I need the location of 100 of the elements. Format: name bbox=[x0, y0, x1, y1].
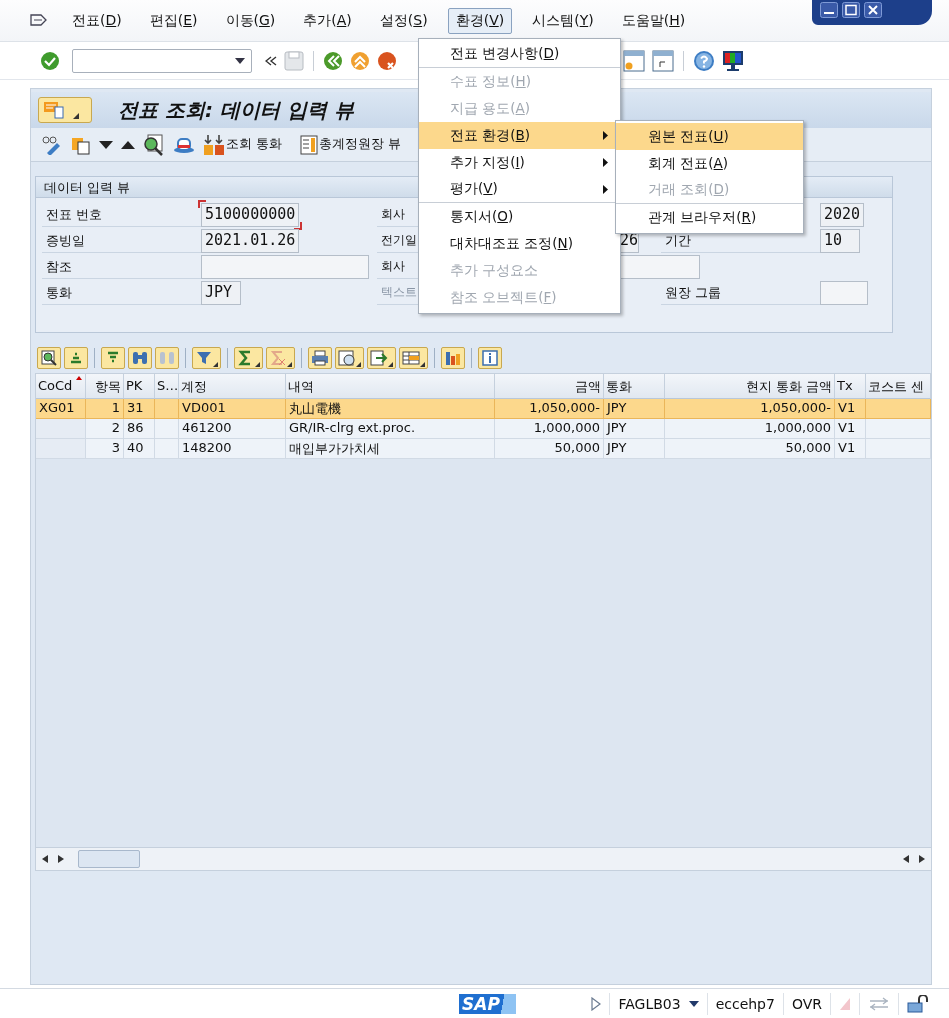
menu-item[interactable]: 전표 변경사항(D) bbox=[419, 41, 620, 68]
view-icon bbox=[338, 349, 356, 367]
magnifier-document-icon[interactable] bbox=[143, 133, 165, 156]
play-icon[interactable] bbox=[591, 996, 602, 1011]
dropdown-icon bbox=[73, 113, 79, 119]
subtotal-icon bbox=[269, 349, 287, 367]
table-cell: 50,000 bbox=[495, 439, 604, 459]
dropdown-icon bbox=[213, 362, 218, 367]
new-window-icon[interactable] bbox=[623, 49, 645, 72]
help-icon[interactable] bbox=[693, 49, 715, 72]
currency-button[interactable]: 조회 통화 bbox=[203, 133, 282, 156]
input-field[interactable]: 2021.01.26 bbox=[201, 229, 300, 253]
find-next-icon bbox=[158, 349, 176, 367]
dropdown-icon bbox=[388, 362, 393, 367]
screen-menu-icon bbox=[43, 101, 65, 119]
filter-icon bbox=[195, 349, 213, 367]
table-cell: JPY bbox=[604, 439, 665, 459]
table-cell: 40 bbox=[124, 439, 155, 459]
ledger-view-button[interactable]: 총계정원장 뷰 bbox=[300, 134, 401, 155]
table-row[interactable]: 2 86 461200 GR/IR-clrg ext.proc. 1,000,000 JPY 1,000,000 V1 bbox=[36, 419, 931, 439]
table-cell: 50,000 bbox=[665, 439, 835, 459]
input-field[interactable]: 2020 bbox=[820, 203, 865, 227]
horizontal-scrollbar[interactable] bbox=[36, 847, 931, 870]
menu-item[interactable]: 관계 브라우저(R) bbox=[616, 204, 803, 231]
minimize-icon[interactable] bbox=[820, 2, 838, 18]
menu-item[interactable]: 환경(V) bbox=[447, 7, 513, 34]
triangle-down-icon[interactable] bbox=[99, 139, 113, 150]
transfer-arrows-icon bbox=[868, 996, 890, 1011]
lock-icon[interactable] bbox=[907, 994, 931, 1013]
input-field[interactable] bbox=[820, 281, 868, 305]
table-row[interactable]: XG01 1 31 VD001 丸山電機 1,050,000- JPY 1,050,000- V1 bbox=[36, 399, 931, 419]
input-field[interactable] bbox=[201, 255, 369, 279]
ledger-icon bbox=[300, 134, 318, 155]
info-icon bbox=[481, 349, 499, 367]
menu-item[interactable]: 회계 전표(A) bbox=[616, 150, 803, 177]
view-button[interactable] bbox=[335, 347, 364, 369]
dropdown-icon[interactable] bbox=[688, 1000, 699, 1007]
dropdown-icon bbox=[255, 362, 260, 367]
close-icon[interactable] bbox=[864, 2, 882, 18]
sap-logo: SAP bbox=[459, 993, 516, 1014]
sort-descending-button[interactable] bbox=[101, 347, 125, 369]
menu-item[interactable]: 편집(E) bbox=[141, 7, 206, 34]
command-field[interactable] bbox=[72, 48, 252, 73]
chart-button[interactable] bbox=[441, 347, 465, 369]
menu-item[interactable]: 추가(A) bbox=[295, 7, 360, 34]
details-icon bbox=[40, 349, 58, 367]
layout-button[interactable] bbox=[399, 347, 428, 369]
dropdown-icon bbox=[420, 362, 425, 367]
menu-item[interactable]: 도움말(H) bbox=[613, 7, 694, 34]
menu-button[interactable] bbox=[38, 97, 92, 123]
sort-ascending-button[interactable] bbox=[64, 347, 88, 369]
binoculars-icon bbox=[131, 349, 149, 367]
sum-button[interactable] bbox=[234, 347, 263, 369]
table-cell: V1 bbox=[835, 439, 866, 459]
table-cell: XG01 bbox=[36, 399, 86, 419]
insert-mode[interactable]: OVR bbox=[791, 995, 822, 1012]
binoculars-button[interactable] bbox=[128, 347, 152, 369]
scroll-left-icon[interactable] bbox=[42, 855, 48, 863]
table-cell: 148200 bbox=[179, 439, 286, 459]
details-button[interactable] bbox=[37, 347, 61, 369]
menu-item[interactable]: 시스템(Y) bbox=[524, 7, 602, 34]
maximize-icon[interactable] bbox=[842, 2, 860, 18]
scroll-right-icon[interactable] bbox=[919, 855, 925, 863]
collapse-icon[interactable] bbox=[265, 55, 277, 66]
menu-item[interactable]: 전표(D) bbox=[64, 7, 130, 34]
chart-icon bbox=[444, 349, 462, 367]
scroll-right-icon[interactable] bbox=[58, 855, 64, 863]
scroll-thumb[interactable] bbox=[78, 850, 140, 868]
triangle-up-icon[interactable] bbox=[121, 139, 135, 150]
confirm-icon[interactable] bbox=[40, 50, 60, 71]
dropdown-icon[interactable] bbox=[235, 57, 245, 64]
back-icon[interactable] bbox=[323, 50, 343, 71]
display-change-icon[interactable] bbox=[41, 134, 63, 155]
subtotal-button[interactable] bbox=[266, 347, 295, 369]
transaction-code[interactable]: FAGLB03 bbox=[618, 995, 681, 1012]
table-row[interactable]: 3 40 148200 매입부가가치세 50,000 JPY 50,000 V1 bbox=[36, 439, 931, 459]
status-flag-icon bbox=[839, 996, 851, 1011]
menu-item[interactable]: 원본 전표(U) bbox=[616, 123, 803, 150]
submenu-arrow-icon bbox=[603, 131, 608, 140]
info-button[interactable] bbox=[478, 347, 502, 369]
submenu-arrow-icon bbox=[603, 158, 608, 167]
print-button[interactable] bbox=[308, 347, 332, 369]
layout-icon bbox=[402, 349, 420, 367]
submenu-arrow-icon bbox=[603, 184, 608, 194]
scroll-left-icon[interactable] bbox=[903, 855, 909, 863]
monitor-icon[interactable] bbox=[722, 49, 744, 72]
input-field[interactable]: 10 bbox=[820, 229, 860, 253]
input-field[interactable]: JPY bbox=[201, 281, 241, 305]
cancel-icon[interactable] bbox=[377, 50, 397, 71]
export-button[interactable] bbox=[367, 347, 396, 369]
export-icon bbox=[370, 349, 388, 367]
menu-item[interactable]: 설정(S) bbox=[371, 7, 436, 34]
window-icon[interactable] bbox=[652, 49, 674, 72]
system-name: eccehp7 bbox=[715, 995, 775, 1012]
table-cell: 3 bbox=[86, 439, 124, 459]
filter-button[interactable] bbox=[192, 347, 221, 369]
dropdown-icon bbox=[356, 362, 361, 367]
sort-indicator-icon bbox=[76, 376, 82, 380]
input-field[interactable]: 5100000000 bbox=[201, 203, 300, 227]
menu-item[interactable]: 이동(G) bbox=[217, 7, 284, 34]
